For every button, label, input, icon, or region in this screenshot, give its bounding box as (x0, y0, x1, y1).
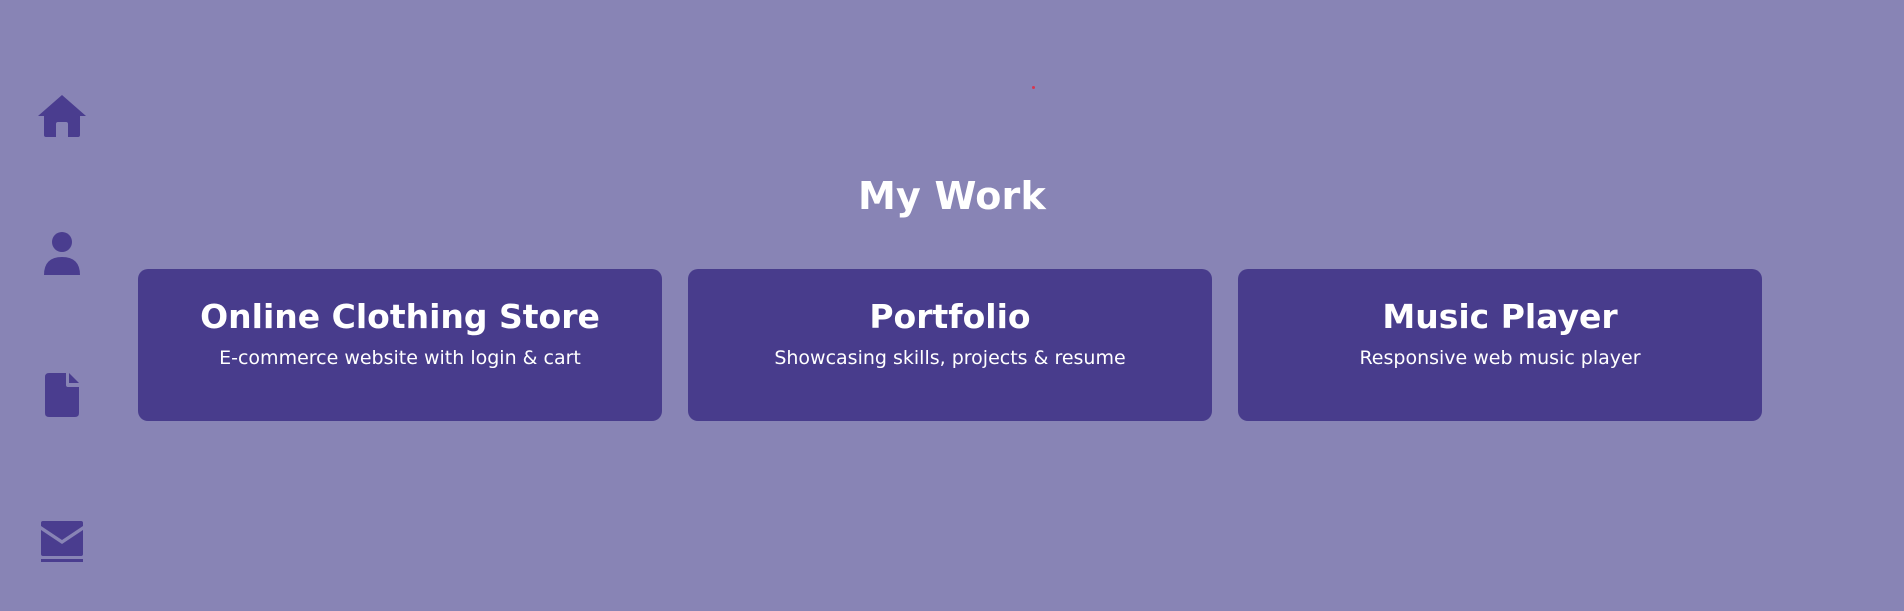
sidebar-nav (0, 0, 130, 611)
project-description: Responsive web music player (1359, 347, 1641, 369)
project-cards: Online Clothing Store E-commerce website… (138, 269, 1762, 421)
project-card-portfolio[interactable]: Portfolio Showcasing skills, projects & … (688, 269, 1212, 421)
envelope-icon (41, 521, 83, 562)
nav-contact-link[interactable] (33, 512, 91, 570)
project-card-online-clothing-store[interactable]: Online Clothing Store E-commerce website… (138, 269, 662, 421)
nav-home-link[interactable] (33, 86, 91, 144)
project-description: Showcasing skills, projects & resume (774, 347, 1126, 369)
project-card-music-player[interactable]: Music Player Responsive web music player (1238, 269, 1762, 421)
project-title: Online Clothing Store (200, 297, 600, 336)
cursor-dot (1032, 86, 1035, 89)
project-description: E-commerce website with login & cart (219, 347, 581, 369)
project-title: Portfolio (869, 297, 1031, 336)
home-icon (38, 95, 86, 137)
project-title: Music Player (1382, 297, 1618, 336)
section-title: My Work (858, 174, 1046, 218)
file-icon (45, 373, 79, 417)
nav-resume-link[interactable] (33, 366, 91, 424)
user-icon (44, 232, 80, 275)
nav-about-link[interactable] (33, 225, 91, 283)
